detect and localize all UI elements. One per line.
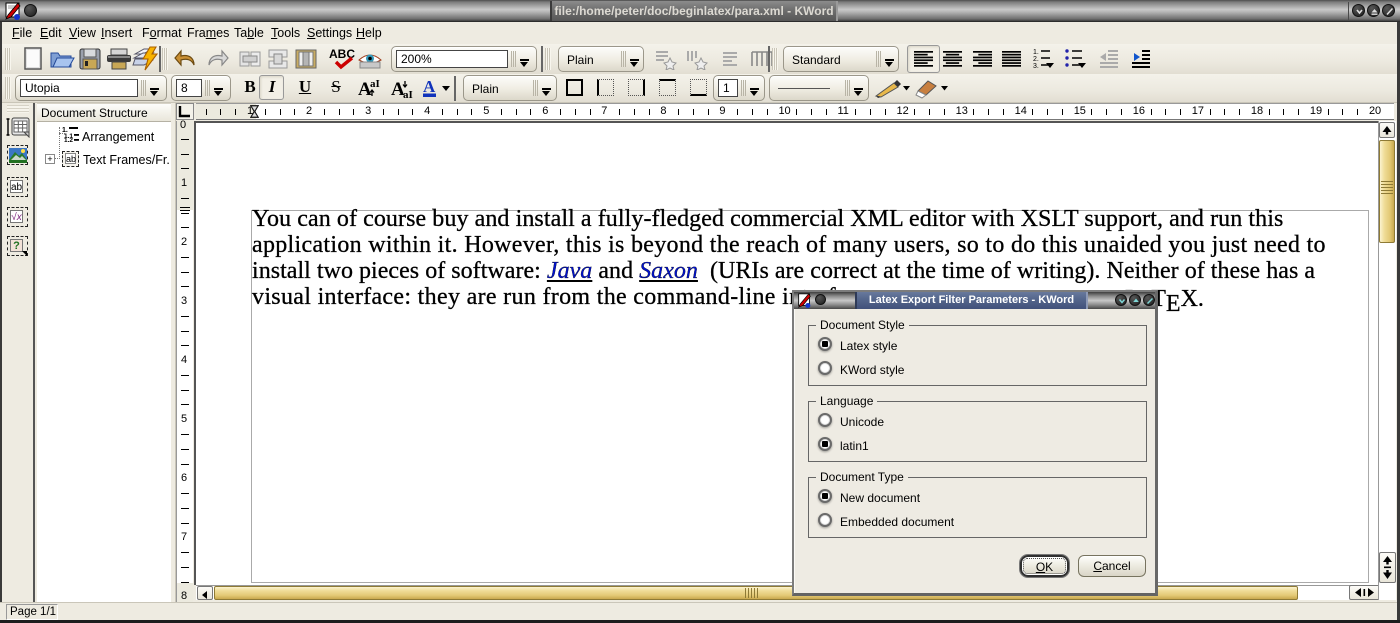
svg-text:A: A	[423, 77, 436, 96]
svg-text:aI: aI	[403, 89, 413, 99]
svg-text:1.2: 1.2	[64, 137, 73, 142]
svg-text:2.: 2.	[1033, 56, 1039, 63]
svg-text:1.: 1.	[1033, 49, 1039, 56]
svg-text:aI: aI	[370, 78, 380, 90]
svg-text:3.: 3.	[1033, 63, 1039, 69]
